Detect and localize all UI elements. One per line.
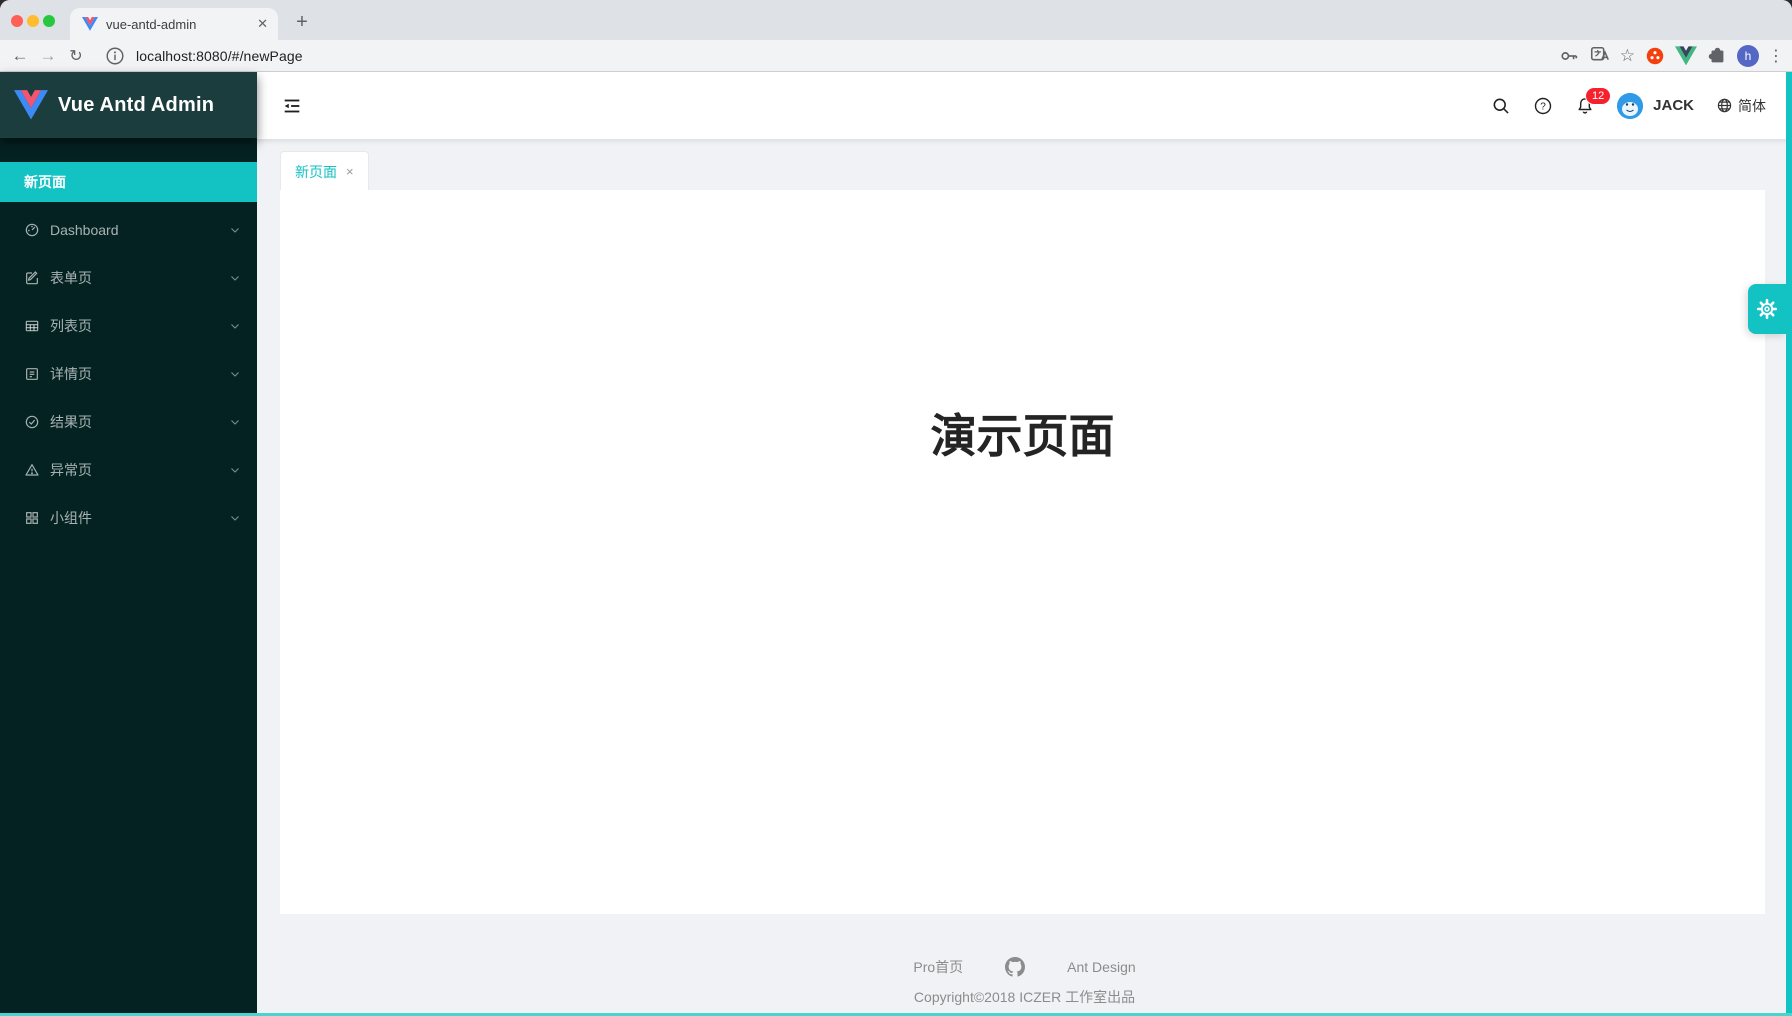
sidebar-item-detail[interactable]: 详情页 [0, 354, 257, 394]
screen: vue-antd-admin ✕ + ← → ↻ localhost:8080/… [0, 0, 1792, 1016]
sidebar-item-widgets[interactable]: 小组件 [0, 498, 257, 538]
browser-tab-strip: vue-antd-admin ✕ + [0, 0, 1792, 40]
chevron-down-icon [229, 320, 241, 332]
block-icon [24, 510, 40, 526]
browser-menu-icon[interactable]: ⋮ [1768, 46, 1784, 66]
chevron-down-icon [229, 272, 241, 284]
sidebar-item-new-page[interactable]: 新页面 [0, 162, 257, 202]
address-bar[interactable]: localhost:8080/#/newPage [136, 48, 303, 64]
window-zoom-button[interactable] [43, 15, 55, 27]
check-circle-icon [24, 414, 40, 430]
header-actions: ? 12 [1491, 72, 1766, 139]
form-icon [24, 270, 40, 286]
user-avatar [1617, 93, 1643, 119]
vue-logo-icon [14, 90, 48, 120]
chevron-down-icon [229, 368, 241, 380]
sidebar-item-form[interactable]: 表单页 [0, 258, 257, 298]
toolbar-right-icons: ☆ h ⋮ [1558, 40, 1784, 72]
back-icon[interactable]: ← [6, 42, 34, 70]
browser-tab-close-icon[interactable]: ✕ [257, 16, 268, 32]
translate-icon[interactable] [1589, 45, 1611, 67]
search-icon[interactable] [1491, 96, 1511, 116]
footer-link-pro-home[interactable]: Pro首页 [913, 957, 963, 977]
notification-badge: 12 [1585, 87, 1611, 105]
svg-text:?: ? [1540, 101, 1546, 112]
page-tab-new-page[interactable]: 新页面 × [280, 151, 369, 191]
window-minimize-button[interactable] [27, 15, 39, 27]
browser-tab-title: vue-antd-admin [106, 17, 257, 32]
window-close-button[interactable] [11, 15, 23, 27]
drawer-edge-strip[interactable] [1786, 72, 1792, 1016]
app-title: Vue Antd Admin [58, 94, 214, 117]
page-card: 演示页面 [280, 190, 1765, 914]
bookmark-star-icon[interactable]: ☆ [1620, 46, 1635, 66]
page-title: 演示页面 [280, 190, 1765, 466]
forward-icon[interactable]: → [34, 42, 62, 70]
dashboard-icon [24, 222, 40, 238]
help-icon[interactable]: ? [1533, 96, 1553, 116]
sidebar-item-result[interactable]: 结果页 [0, 402, 257, 442]
warning-icon [24, 462, 40, 478]
menu-fold-icon[interactable] [281, 95, 303, 117]
github-icon[interactable] [1005, 957, 1025, 977]
chevron-down-icon [229, 464, 241, 476]
globe-icon [1716, 97, 1733, 114]
app-header: ? 12 [257, 72, 1792, 139]
browser-tab[interactable]: vue-antd-admin ✕ [70, 8, 278, 40]
language-selector[interactable]: 简体 [1716, 96, 1766, 116]
sidebar: Vue Antd Admin 新页面 Dashboard [0, 72, 257, 1016]
tab-close-icon[interactable]: × [346, 164, 354, 179]
copyright: Copyright©2018 ICZER 工作室出品 [257, 987, 1792, 1007]
content-area: 新页面 × 演示页面 Pro首页 Ant Design Copyright©20… [257, 139, 1792, 1016]
table-icon [24, 318, 40, 334]
settings-drawer-button[interactable] [1748, 284, 1786, 334]
sidebar-item-exception[interactable]: 异常页 [0, 450, 257, 490]
sidebar-item-list[interactable]: 列表页 [0, 306, 257, 346]
chevron-down-icon [229, 224, 241, 236]
sidebar-menu: 新页面 Dashboard [0, 162, 257, 546]
username: JACK [1653, 97, 1694, 114]
vue-devtools-icon[interactable] [1675, 45, 1697, 67]
user-menu[interactable]: JACK [1617, 93, 1694, 119]
reload-icon[interactable]: ↻ [62, 42, 90, 70]
extensions-puzzle-icon[interactable] [1706, 45, 1728, 67]
browser-profile-avatar[interactable]: h [1737, 45, 1759, 67]
app-logo[interactable]: Vue Antd Admin [0, 72, 257, 138]
sidebar-item-dashboard[interactable]: Dashboard [0, 210, 257, 250]
profile-icon [24, 366, 40, 382]
chevron-down-icon [229, 512, 241, 524]
gear-icon [1755, 297, 1779, 321]
page-info-icon[interactable] [104, 45, 126, 67]
password-key-icon[interactable] [1558, 45, 1580, 67]
browser-toolbar: ← → ↻ localhost:8080/#/newPage [0, 40, 1792, 72]
notification-bell-icon[interactable]: 12 [1575, 96, 1595, 116]
vue-favicon-icon [82, 17, 98, 31]
language-label: 简体 [1738, 96, 1766, 116]
footer-link-ant-design[interactable]: Ant Design [1067, 959, 1135, 975]
extension-orange-icon[interactable] [1644, 45, 1666, 67]
new-tab-button[interactable]: + [288, 8, 316, 36]
chevron-down-icon [229, 416, 241, 428]
page-footer: Pro首页 Ant Design Copyright©2018 ICZER 工作… [257, 957, 1792, 1007]
